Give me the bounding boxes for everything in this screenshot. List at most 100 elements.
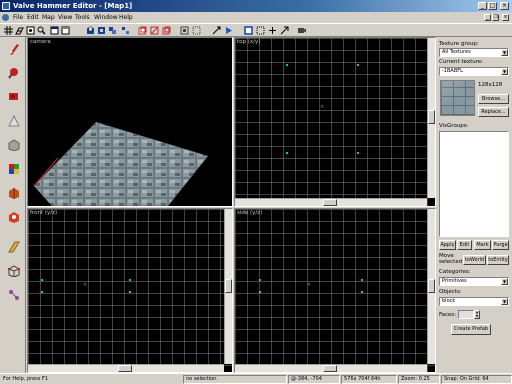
top-viewport-vscroll[interactable]	[427, 38, 435, 198]
document-icon[interactable]	[2, 14, 9, 21]
vertex-handle[interactable]	[129, 279, 131, 281]
3d-grid-icon[interactable]	[15, 26, 24, 35]
categories-select[interactable]: Primitives ▼	[439, 277, 509, 286]
vertex-handle[interactable]	[357, 152, 359, 154]
faces-input[interactable]	[458, 310, 474, 319]
current-texture-value: -1BABFL	[442, 68, 463, 74]
menu-edit[interactable]: Edit	[27, 13, 39, 22]
objects-select[interactable]: block ▼	[439, 297, 509, 306]
vertex-handle[interactable]	[357, 64, 359, 66]
snap-icon[interactable]	[26, 26, 35, 35]
decal-tool[interactable]	[3, 207, 23, 226]
side-viewport[interactable]: side (y/z) ×	[234, 208, 436, 373]
resize-icon[interactable]	[268, 26, 277, 35]
chevron-down-icon[interactable]: ▼	[501, 278, 508, 285]
clip-tool[interactable]	[3, 237, 23, 256]
vertex-handle[interactable]	[41, 279, 43, 281]
side-viewport-hscroll[interactable]	[235, 364, 427, 372]
front-viewport[interactable]: front (y/z) ×	[27, 208, 233, 373]
vertex-handle[interactable]	[286, 64, 288, 66]
texture-group-select[interactable]: All Textures ▼	[439, 48, 509, 57]
arrow-icon[interactable]	[280, 26, 289, 35]
block-tool[interactable]	[3, 135, 23, 154]
menu-help[interactable]: Help	[119, 13, 133, 22]
save-window-icon[interactable]	[61, 26, 70, 35]
create-prefab-button[interactable]: Create Prefab	[451, 324, 491, 335]
vertex-handle[interactable]	[361, 291, 363, 293]
minimize-button[interactable]: _	[478, 2, 487, 10]
current-texture-select[interactable]: -1BABFL ▼	[439, 67, 509, 76]
camera-viewport[interactable]: camera	[27, 37, 233, 207]
magnify-tool[interactable]	[3, 63, 23, 82]
menu-tools[interactable]: Tools	[75, 13, 90, 22]
center-marker: ×	[307, 282, 312, 288]
texture-preview[interactable]	[440, 80, 475, 116]
select-icon[interactable]	[256, 26, 265, 35]
vertex-tool[interactable]	[3, 261, 23, 280]
menu-view[interactable]: View	[58, 13, 72, 22]
faces-spinner[interactable]: ▲ ▼	[474, 310, 480, 319]
load-window-icon[interactable]	[50, 26, 59, 35]
chevron-down-icon[interactable]: ▼	[501, 49, 508, 56]
scroll-thumb[interactable]	[428, 110, 435, 124]
scroll-thumb[interactable]	[323, 199, 337, 206]
front-viewport-hscroll[interactable]	[28, 364, 224, 372]
visgroups-label: VisGroups:	[439, 123, 469, 129]
apply-button[interactable]: Apply	[439, 240, 456, 250]
vertex-handle[interactable]	[259, 291, 261, 293]
vertex-handle[interactable]	[41, 291, 43, 293]
hide-icon[interactable]	[138, 26, 147, 35]
doc-minimize-button[interactable]: _	[484, 14, 491, 21]
menu-file[interactable]: File	[13, 13, 23, 22]
zoom-icon[interactable]	[37, 26, 46, 35]
scroll-thumb[interactable]	[118, 365, 132, 372]
front-viewport-vscroll[interactable]	[224, 209, 232, 364]
hollow-icon[interactable]	[97, 26, 106, 35]
path-tool[interactable]	[3, 285, 23, 304]
menu-window[interactable]: Window	[94, 13, 118, 22]
top-viewport[interactable]: top (x/y) ×	[234, 37, 436, 207]
texture-lock-icon[interactable]	[150, 26, 159, 35]
vertex-handle[interactable]	[361, 279, 363, 281]
menu-map[interactable]: Map	[42, 13, 55, 22]
side-viewport-vscroll[interactable]	[427, 209, 435, 364]
doc-restore-button[interactable]: ❐	[492, 14, 499, 21]
entity-icon[interactable]	[162, 26, 171, 35]
vertex-handle[interactable]	[129, 291, 131, 293]
vertex-handle[interactable]	[286, 152, 288, 154]
run-map-icon[interactable]	[224, 26, 233, 35]
scroll-thumb[interactable]	[225, 279, 232, 293]
toWorld-icon[interactable]	[212, 26, 221, 35]
to-entity-button[interactable]: toEntity	[487, 255, 509, 265]
chevron-down-icon[interactable]: ▼	[501, 298, 508, 305]
visgroups-list[interactable]	[439, 131, 509, 237]
texture-app-toolbar-icon[interactable]	[180, 26, 189, 35]
texture-application-tool[interactable]	[3, 159, 23, 178]
purge-button[interactable]: Purge	[492, 240, 509, 250]
chevron-down-icon[interactable]: ▼	[501, 68, 508, 75]
camera-tool[interactable]	[3, 87, 23, 106]
apply-texture-tool[interactable]	[3, 183, 23, 202]
edit-button[interactable]: Edit	[457, 240, 472, 250]
replace-button[interactable]: Replace...	[478, 107, 509, 117]
maximize-button[interactable]: □	[488, 2, 497, 10]
close-button[interactable]: ×	[500, 2, 509, 10]
top-viewport-hscroll[interactable]	[235, 198, 427, 206]
browse-button[interactable]: Browse...	[478, 94, 509, 104]
carve-icon[interactable]	[86, 26, 95, 35]
center-marker: ×	[320, 104, 325, 110]
face-select-icon[interactable]	[192, 26, 201, 35]
doc-close-button[interactable]: ×	[502, 14, 509, 21]
grid-icon[interactable]	[4, 26, 13, 35]
cordon-icon[interactable]	[244, 26, 253, 35]
entity-tool[interactable]	[3, 111, 23, 130]
camera-toolbar-icon[interactable]	[297, 26, 306, 35]
scroll-thumb[interactable]	[323, 365, 337, 372]
group-icon[interactable]	[108, 26, 117, 35]
scroll-thumb[interactable]	[428, 279, 435, 293]
mark-button[interactable]: Mark	[474, 240, 491, 250]
vertex-handle[interactable]	[259, 279, 261, 281]
selection-tool[interactable]	[3, 39, 23, 58]
to-world-button[interactable]: toWorld	[463, 255, 486, 265]
ungroup-icon[interactable]	[121, 26, 130, 35]
